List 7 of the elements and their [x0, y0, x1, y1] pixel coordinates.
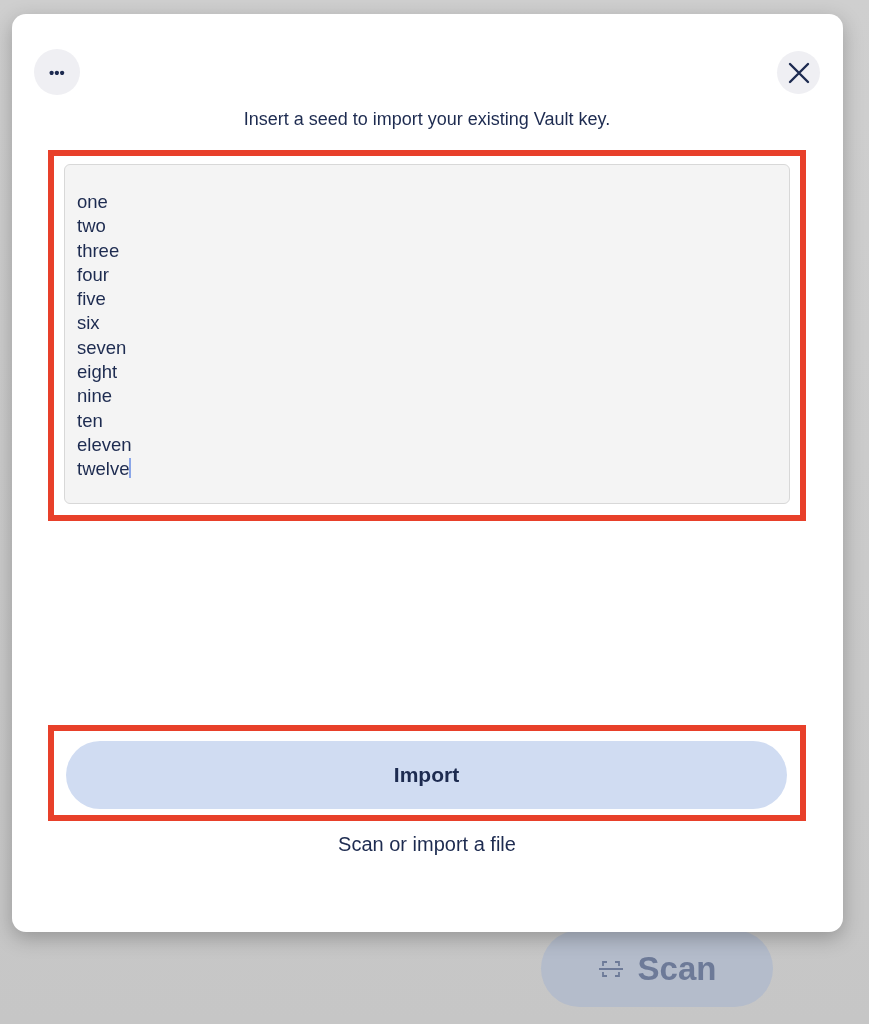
scan-import-link[interactable]: Scan or import a file: [338, 833, 516, 856]
import-button[interactable]: Import: [66, 741, 787, 809]
seed-input-field[interactable]: one two three four five six seven eight nine ten eleven twelve: [64, 164, 790, 504]
more-button[interactable]: •••: [34, 49, 80, 95]
instruction-text: Insert a seed to import your existing Vault key.: [242, 109, 612, 130]
close-button[interactable]: [777, 51, 820, 94]
close-icon: [787, 61, 810, 84]
